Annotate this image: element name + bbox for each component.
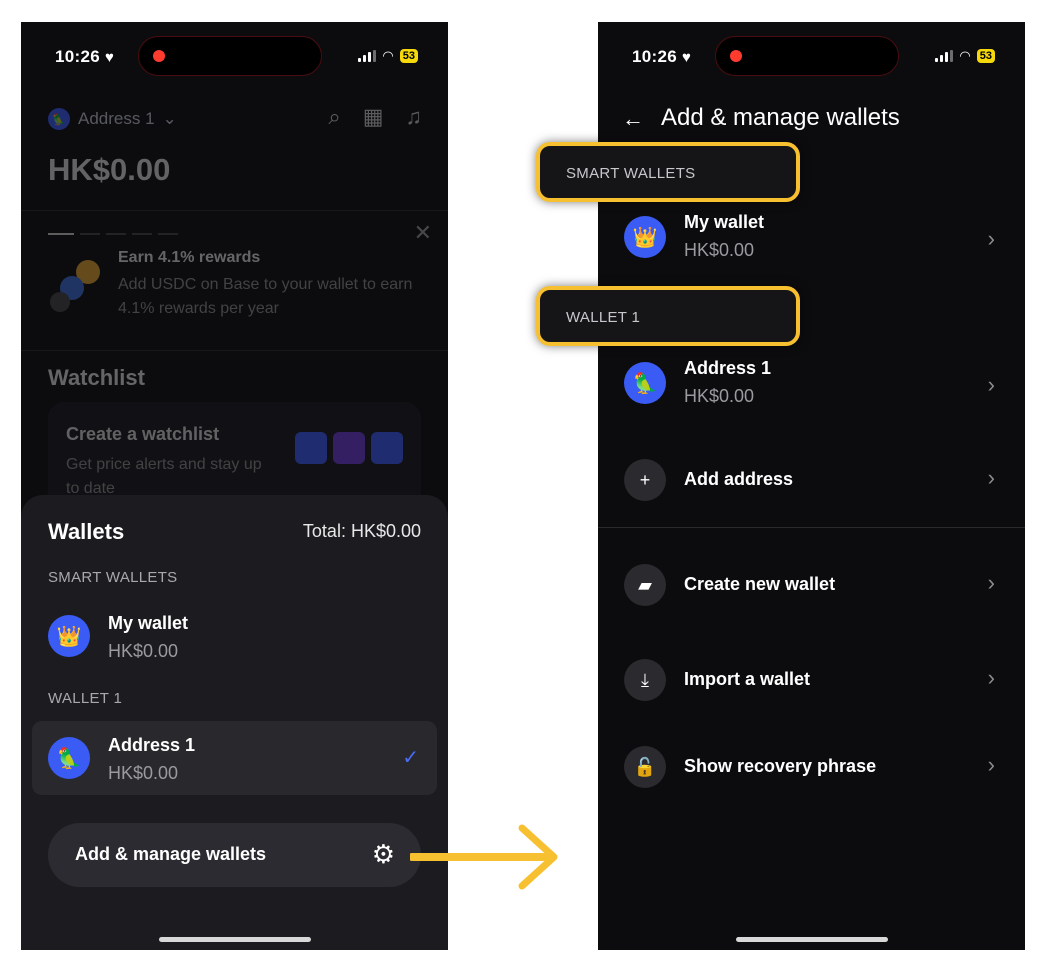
- avatar: 👑: [624, 216, 666, 258]
- wallet-name: My wallet: [108, 613, 189, 633]
- signal-icon: [358, 50, 377, 62]
- section-label-wallet-1: WALLET 1: [536, 286, 800, 346]
- avatar: 🦜: [48, 108, 70, 130]
- wallet-row-my-wallet[interactable]: 👑 My wallet HK$0.00: [32, 599, 437, 673]
- bell-icon[interactable]: ♫: [406, 104, 423, 130]
- avatar: 👑: [48, 615, 90, 657]
- arrow-right-icon: [410, 824, 558, 890]
- top-actions: ⌕ ▦ ♫: [328, 104, 422, 130]
- show-recovery-phrase-row[interactable]: 🔓 Show recovery phrase ›: [598, 734, 1025, 798]
- promo-body: Add USDC on Base to your wallet to earn …: [118, 276, 413, 317]
- chevron-right-icon: ›: [987, 465, 995, 490]
- promo-pager: [48, 233, 178, 235]
- wallet-home-screen: 10:26 ♥ ◠ 53 🦜 Address 1 ⌄ ⌕ ▦ ♫ HK$0.00…: [21, 22, 448, 950]
- wallets-sheet: Wallets Total: HK$0.00 SMART WALLETS 👑 M…: [21, 495, 448, 950]
- download-icon: ⤓: [624, 659, 666, 701]
- section-label-wallet-1: WALLET 1: [48, 690, 123, 707]
- watchlist-card-body: Get price alerts and stay up to date: [66, 456, 262, 497]
- status-time: 10:26: [55, 47, 100, 66]
- page-title: Add & manage wallets: [661, 104, 900, 131]
- import-wallet-row[interactable]: ⤓ Import a wallet ›: [598, 647, 1025, 711]
- plus-icon: +: [624, 459, 666, 501]
- wallet-row-address-1[interactable]: 🦜 Address 1 HK$0.00 ›: [598, 354, 1025, 418]
- button-label: Add & manage wallets: [75, 844, 267, 864]
- row-label: Import a wallet: [684, 669, 811, 689]
- divider: [21, 210, 448, 211]
- sheet-total: Total: HK$0.00: [302, 521, 421, 541]
- status-bar: 10:26 ♥ ◠ 53: [598, 22, 1025, 92]
- chevron-right-icon: ›: [987, 665, 995, 690]
- wallet-icon: ▰: [624, 564, 666, 606]
- row-label: Create new wallet: [684, 574, 836, 594]
- status-bar: 10:26 ♥ ◠ 53: [21, 22, 448, 92]
- account-label: Address 1: [78, 109, 155, 128]
- battery-icon: 53: [976, 49, 995, 63]
- recording-indicator-icon: [730, 50, 742, 62]
- dynamic-island: [138, 36, 322, 76]
- watchlist-illustration: [295, 432, 403, 464]
- chevron-right-icon: ›: [987, 372, 995, 397]
- back-arrow-icon[interactable]: ←: [622, 106, 644, 132]
- divider: [598, 527, 1025, 528]
- total-balance: HK$0.00: [48, 152, 171, 187]
- wallet-balance: HK$0.00: [684, 386, 755, 406]
- account-switcher[interactable]: 🦜 Address 1 ⌄: [48, 108, 177, 130]
- dynamic-island: [715, 36, 899, 76]
- heart-icon: ♥: [105, 49, 115, 66]
- wifi-icon: ◠: [382, 48, 394, 63]
- qr-code-icon[interactable]: ▦: [363, 104, 384, 130]
- row-label: Show recovery phrase: [684, 756, 877, 776]
- wallet-name: My wallet: [684, 212, 765, 232]
- wallet-name: Address 1: [684, 358, 772, 378]
- promo-title: Earn 4.1% rewards: [118, 249, 261, 266]
- wallet-balance: HK$0.00: [108, 641, 179, 661]
- wallet-row-address-1[interactable]: 🦜 Address 1 HK$0.00 ✓: [32, 721, 437, 795]
- section-label-smart-wallets: SMART WALLETS: [48, 569, 178, 586]
- system-icons: ◠ 53: [358, 48, 418, 64]
- status-time: 10:26: [632, 47, 677, 66]
- row-label: Add address: [684, 469, 794, 489]
- home-indicator: [735, 937, 888, 942]
- watchlist-heading: Watchlist: [48, 365, 145, 390]
- chevron-right-icon: ›: [987, 226, 995, 251]
- unlock-icon: 🔓: [624, 746, 666, 788]
- chevron-right-icon: ›: [987, 570, 995, 595]
- coins-icon: [50, 260, 100, 312]
- manage-wallets-screen: 10:26 ♥ ◠ 53 ← Add & manage wallets SMAR…: [536, 22, 1025, 950]
- add-manage-wallets-button[interactable]: Add & manage wallets ⚙: [48, 823, 421, 887]
- sheet-title: Wallets: [48, 519, 125, 544]
- gear-icon: ⚙: [371, 839, 395, 869]
- wallet-row-my-wallet[interactable]: 👑 My wallet HK$0.00 ›: [598, 208, 1025, 272]
- add-address-row[interactable]: + Add address ›: [598, 447, 1025, 511]
- section-label-smart-wallets: SMART WALLETS: [536, 142, 800, 202]
- avatar: 🦜: [48, 737, 90, 779]
- recording-indicator-icon: [153, 50, 165, 62]
- wallet-balance: HK$0.00: [108, 763, 179, 783]
- checkmark-icon: ✓: [402, 747, 419, 769]
- search-icon[interactable]: ⌕: [328, 104, 340, 130]
- battery-icon: 53: [399, 49, 418, 63]
- signal-icon: [935, 50, 954, 62]
- create-new-wallet-row[interactable]: ▰ Create new wallet ›: [598, 552, 1025, 616]
- home-indicator: [158, 937, 311, 942]
- divider: [21, 350, 448, 351]
- close-icon[interactable]: ✕: [414, 220, 432, 246]
- chevron-right-icon: ›: [987, 752, 995, 777]
- system-icons: ◠ 53: [935, 48, 995, 64]
- chevron-down-icon: ⌄: [162, 109, 177, 128]
- heart-icon: ♥: [682, 49, 692, 66]
- watchlist-card-title: Create a watchlist: [66, 424, 220, 444]
- wifi-icon: ◠: [959, 48, 971, 63]
- section-label: WALLET 1: [566, 309, 641, 326]
- wallet-balance: HK$0.00: [684, 240, 755, 260]
- section-label: SMART WALLETS: [566, 165, 696, 182]
- avatar: 🦜: [624, 362, 666, 404]
- wallet-name: Address 1: [108, 735, 196, 755]
